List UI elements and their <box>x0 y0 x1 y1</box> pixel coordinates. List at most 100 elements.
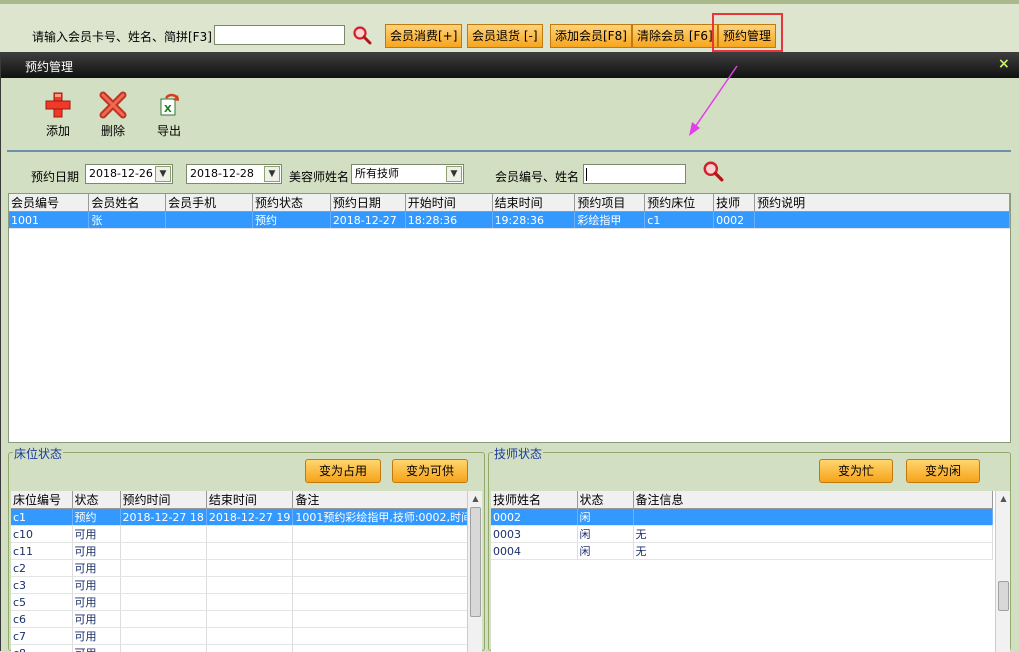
date-label: 预约日期 <box>31 168 79 185</box>
table-cell: 可用 <box>72 611 120 628</box>
column-header[interactable]: 技师姓名 <box>491 491 577 509</box>
bed-row[interactable]: c10可用 <box>11 526 479 543</box>
toolbar-separator <box>7 150 1011 152</box>
table-cell: 18:28:36 <box>405 212 492 229</box>
table-cell <box>293 611 479 628</box>
table-cell <box>293 594 479 611</box>
add-button[interactable]: 添加 <box>38 90 78 139</box>
table-cell <box>120 543 206 560</box>
dialog-titlebar <box>1 52 1019 78</box>
table-cell <box>120 628 206 645</box>
table-cell <box>206 577 292 594</box>
table-cell: c1 <box>645 212 714 229</box>
text-cursor <box>586 168 587 181</box>
column-header[interactable]: 预约时间 <box>120 491 206 509</box>
table-cell <box>120 594 206 611</box>
column-header[interactable]: 备注信息 <box>633 491 992 509</box>
member-consume-button[interactable]: 会员消费[+] <box>385 24 462 48</box>
technician-select[interactable]: 所有技师 ▼ <box>351 164 464 184</box>
appointments-grid: 会员编号会员姓名会员手机预约状态预约日期开始时间结束时间预约项目预约床位技师预约… <box>8 193 1011 443</box>
search-icon[interactable] <box>352 25 372 45</box>
table-cell: c1 <box>11 509 72 526</box>
column-header[interactable]: 状态 <box>577 491 633 509</box>
scroll-up-icon[interactable]: ▲ <box>996 491 1010 507</box>
table-cell: 闲 <box>577 509 633 526</box>
technician-scrollbar[interactable]: ▲ <box>995 491 1010 652</box>
bed-row[interactable]: c2可用 <box>11 560 479 577</box>
column-header[interactable]: 技师 <box>714 194 755 212</box>
export-button[interactable]: X 导出 <box>149 90 189 139</box>
search-icon[interactable] <box>702 160 724 182</box>
column-header[interactable]: 结束时间 <box>492 194 575 212</box>
table-cell: c5 <box>11 594 72 611</box>
column-header[interactable]: 会员编号 <box>9 194 89 212</box>
delete-button[interactable]: 删除 <box>93 90 133 139</box>
technician-header-row: 技师姓名状态备注信息 <box>491 491 992 509</box>
scroll-up-icon[interactable]: ▲ <box>468 491 482 507</box>
dialog-title: 预约管理 <box>25 58 73 75</box>
annotation-arrow <box>681 62 751 142</box>
bed-row[interactable]: c7可用 <box>11 628 479 645</box>
technician-row[interactable]: 0004闲无 <box>491 543 992 560</box>
member-search-input[interactable] <box>214 25 345 45</box>
table-cell <box>206 594 292 611</box>
table-cell: c7 <box>11 628 72 645</box>
set-available-button[interactable]: 变为可供 <box>392 459 468 483</box>
set-occupied-button[interactable]: 变为占用 <box>305 459 381 483</box>
bed-row[interactable]: c5可用 <box>11 594 479 611</box>
bed-row[interactable]: c3可用 <box>11 577 479 594</box>
bed-row[interactable]: c1预约2018-12-27 182018-12-27 191001预约彩绘指甲… <box>11 509 479 526</box>
table-cell: 2018-12-27 <box>330 212 405 229</box>
column-header[interactable]: 会员姓名 <box>89 194 166 212</box>
appointments-header-row: 会员编号会员姓名会员手机预约状态预约日期开始时间结束时间预约项目预约床位技师预约… <box>9 194 1010 212</box>
technician-row[interactable]: 0003闲无 <box>491 526 992 543</box>
technician-table: 技师姓名状态备注信息 0002闲0003闲无0004闲无 <box>491 491 993 560</box>
bed-row[interactable]: c6可用 <box>11 611 479 628</box>
table-cell <box>206 526 292 543</box>
column-header[interactable]: 状态 <box>72 491 120 509</box>
column-header[interactable]: 预约说明 <box>755 194 1010 212</box>
set-idle-button[interactable]: 变为闲 <box>906 459 980 483</box>
date-to-value: 2018-12-28 <box>190 167 254 180</box>
chevron-down-icon[interactable]: ▼ <box>446 166 462 182</box>
table-cell: c3 <box>11 577 72 594</box>
table-cell <box>206 543 292 560</box>
date-from-picker[interactable]: 2018-12-26 ▼ <box>85 164 173 184</box>
bed-scrollbar[interactable]: ▲ <box>467 491 482 652</box>
column-header[interactable]: 开始时间 <box>405 194 492 212</box>
clear-member-button[interactable]: 清除会员 [F6] <box>632 24 718 48</box>
delete-x-icon <box>98 90 128 120</box>
bed-row[interactable]: c11可用 <box>11 543 479 560</box>
table-cell: 2018-12-27 19 <box>206 509 292 526</box>
appointments-table: 会员编号会员姓名会员手机预约状态预约日期开始时间结束时间预约项目预约床位技师预约… <box>9 194 1010 229</box>
set-busy-button[interactable]: 变为忙 <box>819 459 893 483</box>
add-label: 添加 <box>38 122 78 139</box>
table-cell: 1001预约彩绘指甲,技师:0002,时间 <box>293 509 479 526</box>
scroll-thumb[interactable] <box>998 581 1009 611</box>
close-icon[interactable]: × <box>998 56 1010 72</box>
column-header[interactable]: 床位编号 <box>11 491 72 509</box>
column-header[interactable]: 预约床位 <box>645 194 714 212</box>
appointment-row[interactable]: 1001张预约2018-12-2718:28:3619:28:36彩绘指甲c10… <box>9 212 1010 229</box>
excel-export-icon: X <box>154 90 184 120</box>
chevron-down-icon[interactable]: ▼ <box>264 166 280 182</box>
chevron-down-icon[interactable]: ▼ <box>155 166 171 182</box>
member-return-button[interactable]: 会员退货 [-] <box>467 24 543 48</box>
column-header[interactable]: 预约项目 <box>575 194 645 212</box>
bed-grid: 床位编号状态预约时间结束时间备注 c1预约2018-12-27 182018-1… <box>11 491 482 652</box>
table-cell: 闲 <box>577 526 633 543</box>
column-header[interactable]: 预约状态 <box>252 194 330 212</box>
add-member-button[interactable]: 添加会员[F8] <box>550 24 632 48</box>
bed-status-panel: 床位状态 变为占用 变为可供 床位编号状态预约时间结束时间备注 c1预约2018… <box>8 452 485 651</box>
column-header[interactable]: 结束时间 <box>206 491 292 509</box>
column-header[interactable]: 会员手机 <box>166 194 253 212</box>
table-cell <box>120 560 206 577</box>
scroll-thumb[interactable] <box>470 507 481 617</box>
table-cell: 可用 <box>72 560 120 577</box>
table-cell <box>120 526 206 543</box>
column-header[interactable]: 备注 <box>293 491 479 509</box>
member-filter-input[interactable] <box>583 164 686 184</box>
column-header[interactable]: 预约日期 <box>330 194 405 212</box>
date-to-picker[interactable]: 2018-12-28 ▼ <box>186 164 282 184</box>
technician-row[interactable]: 0002闲 <box>491 509 992 526</box>
